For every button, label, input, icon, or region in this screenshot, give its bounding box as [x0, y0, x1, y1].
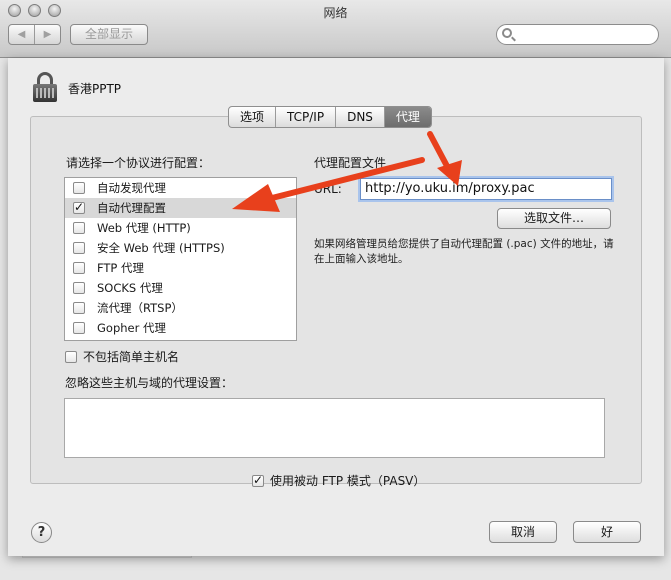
exclude-simple-checkbox[interactable] — [65, 350, 77, 363]
protocol-label: 流代理（RTSP） — [97, 301, 183, 315]
protocol-item-rtsp[interactable]: 流代理（RTSP） — [65, 298, 296, 318]
vpn-service-name: 香港PPTP — [68, 81, 122, 96]
help-button[interactable]: ? — [31, 522, 52, 543]
protocol-item-socks[interactable]: SOCKS 代理 — [65, 278, 296, 298]
back-arrow-icon[interactable]: ◀ — [9, 25, 35, 44]
exclude-simple-hostnames[interactable]: 不包括简单主机名 — [65, 348, 179, 365]
settings-tabs: 选项 TCP/IP DNS 代理 — [228, 106, 432, 128]
window-title: 网络 — [323, 6, 348, 20]
back-forward-control[interactable]: ◀ ▶ — [8, 24, 61, 45]
protocol-label: Gopher 代理 — [97, 321, 166, 335]
vpn-header: 香港PPTP — [32, 72, 121, 104]
window-titlebar: 网络 ◀ ▶ 全部显示 — [0, 0, 671, 58]
search-icon — [502, 28, 512, 38]
protocol-checkbox[interactable] — [73, 200, 85, 214]
tab-tcpip[interactable]: TCP/IP — [276, 107, 337, 127]
protocol-item-http[interactable]: Web 代理 (HTTP) — [65, 218, 296, 238]
proxy-settings-sheet: 香港PPTP 选项 TCP/IP DNS 代理 请选择一个协议进行配置： 自动发… — [8, 58, 664, 556]
bypass-label: 忽略这些主机与域的代理设置： — [65, 376, 234, 390]
protocol-checkbox[interactable] — [73, 182, 85, 194]
protocol-checkbox[interactable] — [73, 302, 85, 314]
protocol-checkbox[interactable] — [73, 282, 85, 294]
protocol-prompt: 请选择一个协议进行配置： — [66, 156, 211, 170]
protocol-item-https[interactable]: 安全 Web 代理 (HTTPS) — [65, 238, 296, 258]
protocol-label: 安全 Web 代理 (HTTPS) — [97, 241, 225, 255]
pasv-checkbox[interactable] — [252, 473, 264, 487]
protocol-item-ftp[interactable]: FTP 代理 — [65, 258, 296, 278]
protocol-item-auto-config[interactable]: 自动代理配置 — [65, 198, 296, 218]
choose-file-button[interactable]: 选取文件… — [497, 208, 611, 229]
tab-options[interactable]: 选项 — [229, 107, 277, 127]
url-label: URL: — [314, 182, 342, 196]
protocol-label: SOCKS 代理 — [97, 281, 163, 295]
pac-help-text: 如果网络管理员给您提供了自动代理配置 (.pac) 文件的地址，请在上面输入该地… — [314, 238, 614, 265]
exclude-simple-label: 不包括简单主机名 — [83, 350, 180, 364]
protocol-label: Web 代理 (HTTP) — [97, 221, 191, 235]
pasv-label: 使用被动 FTP 模式（PASV） — [270, 474, 426, 488]
protocol-checkbox[interactable] — [73, 322, 85, 334]
pac-url-input[interactable]: http://yo.uku.im/proxy.pac — [360, 178, 612, 200]
protocol-list: 自动发现代理 自动代理配置 Web 代理 (HTTP) 安全 Web 代理 (H… — [64, 177, 297, 341]
show-all-button[interactable]: 全部显示 — [70, 24, 148, 45]
forward-arrow-icon[interactable]: ▶ — [35, 25, 60, 44]
protocol-item-auto-discovery[interactable]: 自动发现代理 — [65, 178, 296, 198]
tab-proxies[interactable]: 代理 — [384, 107, 431, 127]
search-field[interactable] — [496, 24, 659, 45]
vpn-lock-icon — [32, 72, 58, 104]
bypass-hosts-textarea[interactable] — [64, 398, 605, 458]
protocol-label: 自动代理配置 — [97, 201, 166, 215]
protocol-item-gopher[interactable]: Gopher 代理 — [65, 318, 296, 338]
passive-ftp-option[interactable]: 使用被动 FTP 模式（PASV） — [252, 472, 425, 489]
tab-dns[interactable]: DNS — [336, 107, 385, 127]
protocol-label: FTP 代理 — [97, 261, 145, 275]
ok-button[interactable]: 好 — [573, 521, 641, 543]
protocol-checkbox[interactable] — [73, 222, 85, 234]
cancel-button[interactable]: 取消 — [489, 521, 557, 543]
protocol-checkbox[interactable] — [73, 262, 85, 274]
protocol-label: 自动发现代理 — [97, 181, 166, 195]
proxy-config-file-label: 代理配置文件 — [314, 156, 387, 170]
protocol-checkbox[interactable] — [73, 242, 85, 254]
